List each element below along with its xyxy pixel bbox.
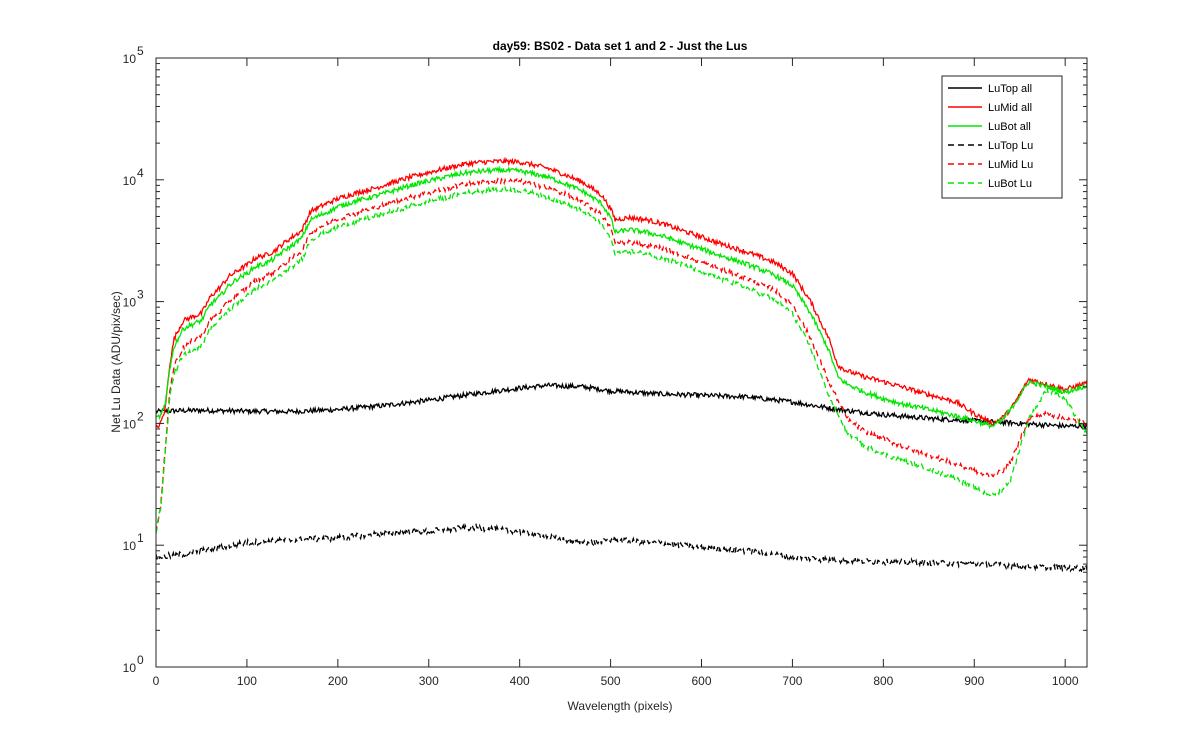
legend-label: LuMid all <box>988 102 1032 114</box>
x-tick-label: 600 <box>691 674 711 688</box>
x-tick-label: 300 <box>419 674 439 688</box>
x-tick-label: 500 <box>601 674 621 688</box>
chart: day59: BS02 - Data set 1 and 2 - Just th… <box>109 39 1088 713</box>
x-axis-label: Wavelength (pixels) <box>568 699 673 713</box>
legend-label: LuMid Lu <box>988 159 1033 171</box>
y-tick-label: 10 <box>123 417 137 431</box>
y-tick-label: 10 <box>123 174 137 188</box>
legend-label: LuBot all <box>988 121 1031 133</box>
y-axis-label: Net Lu Data (ADU/pix/sec) <box>109 291 123 432</box>
legend-label: LuBot Lu <box>988 178 1032 190</box>
legend-label: LuTop Lu <box>988 140 1033 152</box>
y-tick-exponent: 3 <box>137 288 144 302</box>
x-tick-label: 400 <box>510 674 530 688</box>
y-tick-exponent: 4 <box>137 166 144 180</box>
legend: LuTop all LuMid all LuBot all LuTop Lu LuMid… <box>941 75 1063 199</box>
y-tick-label: 10 <box>123 539 137 553</box>
x-tick-label: 1000 <box>1052 674 1079 688</box>
x-tick-label: 200 <box>328 674 348 688</box>
x-tick-label: 800 <box>873 674 893 688</box>
y-tick-label: 10 <box>123 296 137 310</box>
chart-title: day59: BS02 - Data set 1 and 2 - Just th… <box>493 39 748 53</box>
y-tick-exponent: 5 <box>137 44 144 58</box>
y-tick-label: 10 <box>123 661 137 675</box>
legend-label: LuTop all <box>988 83 1032 95</box>
x-tick-label: 700 <box>782 674 802 688</box>
y-tick-exponent: 1 <box>137 531 144 545</box>
x-tick-label: 0 <box>153 674 160 688</box>
x-tick-label: 900 <box>964 674 984 688</box>
y-tick-label: 10 <box>123 52 137 66</box>
x-tick-label: 100 <box>237 674 257 688</box>
y-tick-exponent: 2 <box>137 409 144 423</box>
y-tick-exponent: 0 <box>137 653 144 667</box>
